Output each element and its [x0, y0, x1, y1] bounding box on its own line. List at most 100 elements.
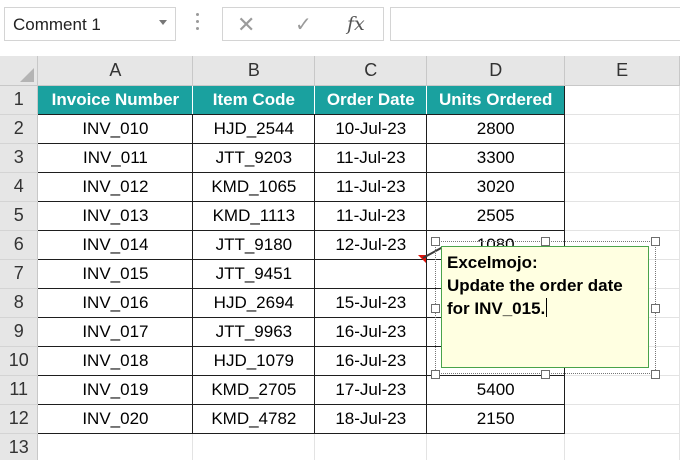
name-box[interactable]: Comment 1	[4, 7, 176, 41]
invoice-number-cell[interactable]: INV_013	[37, 201, 194, 231]
row-header[interactable]: 9	[0, 317, 39, 347]
units-ordered-cell[interactable]: 2800	[426, 114, 566, 144]
item-code-cell[interactable]: JTT_9180	[192, 230, 316, 260]
item-code-cell[interactable]: HJD_2694	[192, 288, 316, 318]
row-header[interactable]: 8	[0, 288, 39, 318]
empty-cell[interactable]	[37, 433, 194, 460]
cancel-icon[interactable]: ✕	[237, 12, 255, 38]
row-header[interactable]: 7	[0, 259, 39, 289]
table-header-order-date[interactable]: Order Date	[314, 85, 428, 115]
table-row: 3 INV_011 JTT_9203 11-Jul-23 3300	[0, 143, 680, 173]
select-all-corner[interactable]	[0, 56, 39, 86]
row-header[interactable]: 3	[0, 143, 39, 173]
invoice-number-cell[interactable]: INV_015	[37, 259, 194, 289]
row-header[interactable]: 6	[0, 230, 39, 260]
units-ordered-cell[interactable]: 2505	[426, 201, 566, 231]
insert-function-icon[interactable]: fx	[347, 13, 365, 35]
row-header[interactable]: 12	[0, 404, 39, 434]
invoice-number-cell[interactable]: INV_011	[37, 143, 194, 173]
text-cursor	[546, 298, 548, 317]
empty-cell[interactable]	[564, 143, 680, 173]
empty-cell[interactable]	[564, 85, 680, 115]
column-header-b[interactable]: B	[192, 56, 316, 86]
comment-author: Excelmojo:	[447, 253, 538, 272]
item-code-cell[interactable]: KMD_4782	[192, 404, 316, 434]
units-ordered-cell[interactable]: 3300	[426, 143, 566, 173]
column-header-d[interactable]: D	[426, 56, 566, 86]
empty-cell[interactable]	[564, 114, 680, 144]
table-header-units-ordered[interactable]: Units Ordered	[426, 85, 566, 115]
units-ordered-cell[interactable]: 2150	[426, 404, 566, 434]
table-header-item-code[interactable]: Item Code	[192, 85, 316, 115]
invoice-number-cell[interactable]: INV_019	[37, 375, 194, 405]
empty-cell[interactable]	[564, 375, 680, 405]
order-date-cell[interactable]: 12-Jul-23	[314, 230, 428, 260]
units-ordered-cell[interactable]: 5400	[426, 375, 566, 405]
formula-input[interactable]	[390, 7, 680, 41]
units-ordered-cell[interactable]: 3020	[426, 172, 566, 202]
resize-handle-top-middle[interactable]	[541, 237, 550, 246]
name-box-value: Comment 1	[13, 15, 101, 34]
comment-text-line-2: for INV_015.	[447, 299, 546, 318]
enter-icon[interactable]: ✓	[295, 12, 312, 37]
row-header[interactable]: 2	[0, 114, 39, 144]
order-date-cell[interactable]: 18-Jul-23	[314, 404, 428, 434]
comment-box[interactable]: Excelmojo: Update the order date for INV…	[441, 246, 649, 368]
order-date-cell[interactable]: 17-Jul-23	[314, 375, 428, 405]
invoice-number-cell[interactable]: INV_020	[37, 404, 194, 434]
item-code-cell[interactable]: JTT_9451	[192, 259, 316, 289]
empty-cell[interactable]	[426, 433, 566, 460]
order-date-cell[interactable]	[314, 259, 428, 289]
formula-bar-icons: ✕ ✓ fx	[222, 7, 384, 41]
formula-bar: Comment 1 ✕ ✓ fx	[0, 0, 680, 50]
item-code-cell[interactable]: HJD_2544	[192, 114, 316, 144]
order-date-cell[interactable]: 11-Jul-23	[314, 201, 428, 231]
column-header-a[interactable]: A	[37, 56, 194, 86]
resize-handle-middle-left[interactable]	[431, 304, 440, 313]
order-date-cell[interactable]: 11-Jul-23	[314, 172, 428, 202]
invoice-number-cell[interactable]: INV_012	[37, 172, 194, 202]
order-date-cell[interactable]: 11-Jul-23	[314, 143, 428, 173]
table-row: 2 INV_010 HJD_2544 10-Jul-23 2800	[0, 114, 680, 144]
row-header[interactable]: 4	[0, 172, 39, 202]
empty-cell[interactable]	[192, 433, 316, 460]
order-date-cell[interactable]: 16-Jul-23	[314, 317, 428, 347]
row-header[interactable]: 1	[0, 85, 39, 115]
resize-handle-top-left[interactable]	[431, 237, 440, 246]
item-code-cell[interactable]: KMD_1113	[192, 201, 316, 231]
table-row: 11 INV_019 KMD_2705 17-Jul-23 5400	[0, 375, 680, 405]
row-header[interactable]: 11	[0, 375, 39, 405]
item-code-cell[interactable]: JTT_9963	[192, 317, 316, 347]
item-code-cell[interactable]: JTT_9203	[192, 143, 316, 173]
resize-handle-bottom-middle[interactable]	[541, 370, 550, 379]
formula-bar-resize-handle[interactable]	[196, 13, 200, 33]
name-box-dropdown-icon[interactable]	[159, 20, 167, 25]
empty-cell[interactable]	[564, 404, 680, 434]
invoice-number-cell[interactable]: INV_017	[37, 317, 194, 347]
invoice-number-cell[interactable]: INV_010	[37, 114, 194, 144]
resize-handle-top-right[interactable]	[651, 237, 660, 246]
order-date-cell[interactable]: 16-Jul-23	[314, 346, 428, 376]
item-code-cell[interactable]: KMD_1065	[192, 172, 316, 202]
empty-cell[interactable]	[314, 433, 428, 460]
empty-cell[interactable]	[564, 172, 680, 202]
order-date-cell[interactable]: 15-Jul-23	[314, 288, 428, 318]
order-date-cell[interactable]: 10-Jul-23	[314, 114, 428, 144]
column-header-e[interactable]: E	[564, 56, 680, 86]
empty-cell[interactable]	[564, 201, 680, 231]
resize-handle-middle-right[interactable]	[651, 304, 660, 313]
invoice-number-cell[interactable]: INV_018	[37, 346, 194, 376]
row-header[interactable]: 13	[0, 433, 39, 460]
table-row: 12 INV_020 KMD_4782 18-Jul-23 2150	[0, 404, 680, 434]
resize-handle-bottom-right[interactable]	[651, 370, 660, 379]
row-header[interactable]: 5	[0, 201, 39, 231]
empty-cell[interactable]	[564, 433, 680, 460]
invoice-number-cell[interactable]: INV_016	[37, 288, 194, 318]
column-header-c[interactable]: C	[314, 56, 428, 86]
invoice-number-cell[interactable]: INV_014	[37, 230, 194, 260]
table-header-invoice-number[interactable]: Invoice Number	[37, 85, 194, 115]
item-code-cell[interactable]: KMD_2705	[192, 375, 316, 405]
row-header[interactable]: 10	[0, 346, 39, 376]
item-code-cell[interactable]: HJD_1079	[192, 346, 316, 376]
resize-handle-bottom-left[interactable]	[431, 370, 440, 379]
